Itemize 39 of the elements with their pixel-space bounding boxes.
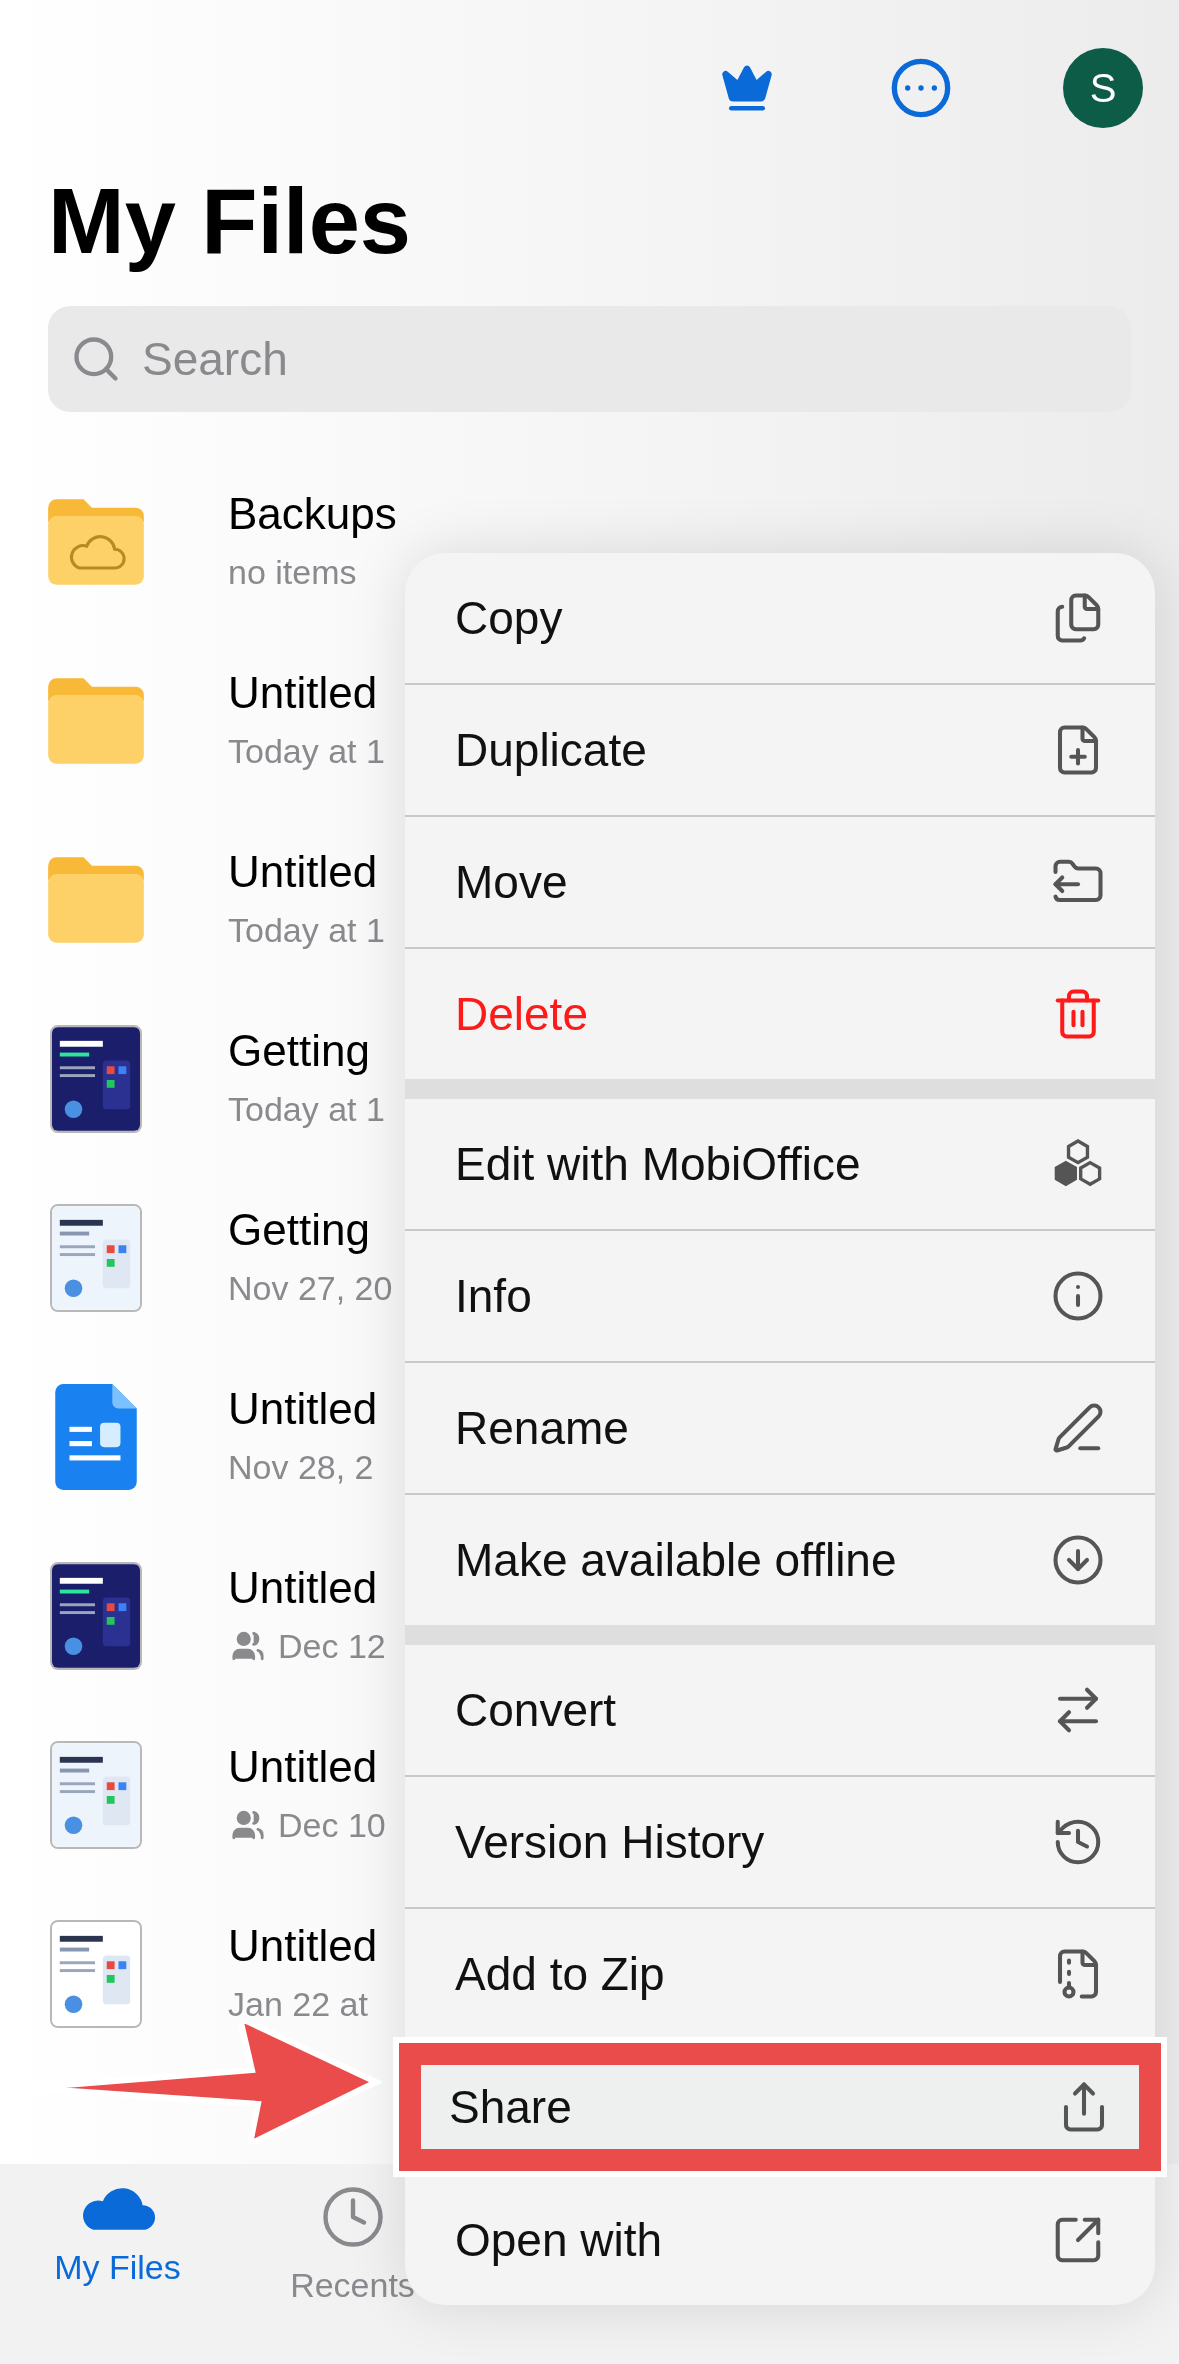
menu-item[interactable]: Info: [405, 1231, 1155, 1361]
file-name[interactable]: Untitled: [228, 1559, 386, 1615]
file-detail: no items: [228, 551, 357, 593]
file-detail: Nov 27, 20: [228, 1267, 393, 1309]
search-field[interactable]: Search: [48, 306, 1131, 413]
menu-item[interactable]: Share: [421, 2065, 1139, 2149]
tab[interactable]: My Files: [0, 2184, 235, 2293]
menu-item[interactable]: Edit with MobiOffice: [405, 1099, 1155, 1229]
file-detail: Today at 1: [228, 1088, 385, 1130]
more-icon[interactable]: [889, 56, 953, 120]
download-icon: [1051, 1533, 1105, 1587]
file-name[interactable]: Untitled: [228, 1380, 378, 1436]
document-icon: [55, 1383, 137, 1490]
menu-item[interactable]: Add to Zip: [405, 1909, 1155, 2039]
pencil-icon: [1051, 1401, 1105, 1455]
file-name[interactable]: Untitled: [228, 1917, 378, 1973]
file-detail: Dec 12: [278, 1625, 386, 1667]
file-name[interactable]: Untitled: [228, 664, 385, 720]
file-detail: Today at 1: [228, 909, 385, 951]
info-icon: [1051, 1269, 1105, 1323]
file-name[interactable]: Backups: [228, 485, 397, 541]
menu-item[interactable]: Delete: [405, 949, 1155, 1079]
file-detail: Today at 1: [228, 730, 385, 772]
avatar[interactable]: S: [1063, 48, 1143, 128]
file-name[interactable]: Untitled: [228, 1738, 386, 1794]
menu-item[interactable]: Duplicate: [405, 685, 1155, 815]
menu-item[interactable]: Move: [405, 817, 1155, 947]
page-title: My Files: [48, 169, 411, 274]
file-name[interactable]: Getting: [228, 1201, 393, 1257]
file-detail: Nov 28, 2: [228, 1446, 374, 1488]
file-name[interactable]: Getting: [228, 1022, 385, 1078]
menu-item[interactable]: Convert: [405, 1645, 1155, 1775]
file-detail: Dec 10: [278, 1804, 386, 1846]
file-name[interactable]: Untitled: [228, 843, 385, 899]
file-detail: Jan 22 at: [228, 1983, 368, 2025]
menu-item[interactable]: Version History: [405, 1777, 1155, 1907]
menu-item[interactable]: Rename: [405, 1363, 1155, 1493]
menu-item[interactable]: Copy: [405, 553, 1155, 683]
menu-item[interactable]: Make available offline: [405, 1495, 1155, 1625]
